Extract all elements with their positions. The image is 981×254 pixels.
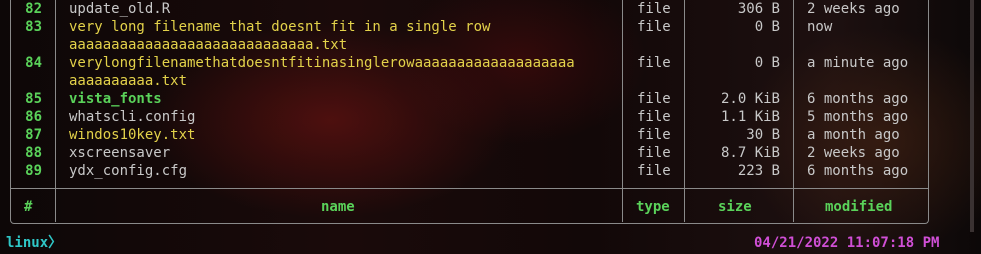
file-type: file <box>637 127 671 143</box>
header-size: size <box>718 199 752 215</box>
file-modified: 6 months ago <box>807 91 909 107</box>
file-name: whatscli.config <box>69 109 196 125</box>
file-modified: 2 weeks ago <box>807 1 900 17</box>
file-type: file <box>637 1 671 17</box>
file-name-continuation: aaaaaaaaaaaaaaaaaaaaaaaaaaaaa.txt <box>69 37 348 53</box>
file-modified: 6 months ago <box>807 163 909 179</box>
file-size: 2.0 KiB <box>720 91 780 107</box>
file-name: windos10key.txt <box>69 127 196 143</box>
file-size: 306 B <box>737 1 780 17</box>
file-size: 223 B <box>737 163 780 179</box>
file-name: xscreensaver <box>69 145 171 161</box>
file-size: 0 B <box>754 19 780 35</box>
file-modified: 5 months ago <box>807 109 909 125</box>
file-modified: now <box>807 19 833 35</box>
file-modified: a month ago <box>807 127 900 143</box>
row-number: 87 <box>25 127 42 143</box>
file-name: update_old.R <box>69 1 171 17</box>
header-type: type <box>636 199 670 215</box>
file-name: ydx_config.cfg <box>69 163 188 179</box>
header-name: name <box>321 199 355 215</box>
row-number: 82 <box>25 1 42 17</box>
file-type: file <box>637 145 671 161</box>
file-type: file <box>637 91 671 107</box>
header-modified: modified <box>825 199 893 215</box>
row-number: 85 <box>25 91 42 107</box>
row-number: 84 <box>25 55 42 71</box>
file-size: 0 B <box>754 55 780 71</box>
row-number: 83 <box>25 19 42 35</box>
header-separator <box>10 188 929 189</box>
file-name-continuation: aaaaaaaaaa.txt <box>69 73 188 89</box>
file-name: vista_fonts <box>69 91 162 107</box>
file-modified: a minute ago <box>807 55 909 71</box>
file-type: file <box>637 19 671 35</box>
file-type: file <box>637 55 671 71</box>
row-number: 89 <box>25 163 42 179</box>
clock: 04/21/2022 11:07:18 PM <box>754 235 940 251</box>
file-type: file <box>637 109 671 125</box>
file-modified: 2 weeks ago <box>807 145 900 161</box>
file-size: 8.7 KiB <box>720 145 780 161</box>
file-size: 1.1 KiB <box>720 109 780 125</box>
file-name: verylongfilenamethatdoesntfitinasinglero… <box>69 55 575 71</box>
shell-prompt[interactable]: linux〉 <box>6 234 62 252</box>
scrollbar[interactable] <box>970 0 974 232</box>
file-size: 30 B <box>746 127 780 143</box>
header-num: # <box>24 199 33 215</box>
row-number: 86 <box>25 109 42 125</box>
file-name: very long filename that doesnt fit in a … <box>69 19 491 35</box>
file-type: file <box>637 163 671 179</box>
row-number: 88 <box>25 145 42 161</box>
